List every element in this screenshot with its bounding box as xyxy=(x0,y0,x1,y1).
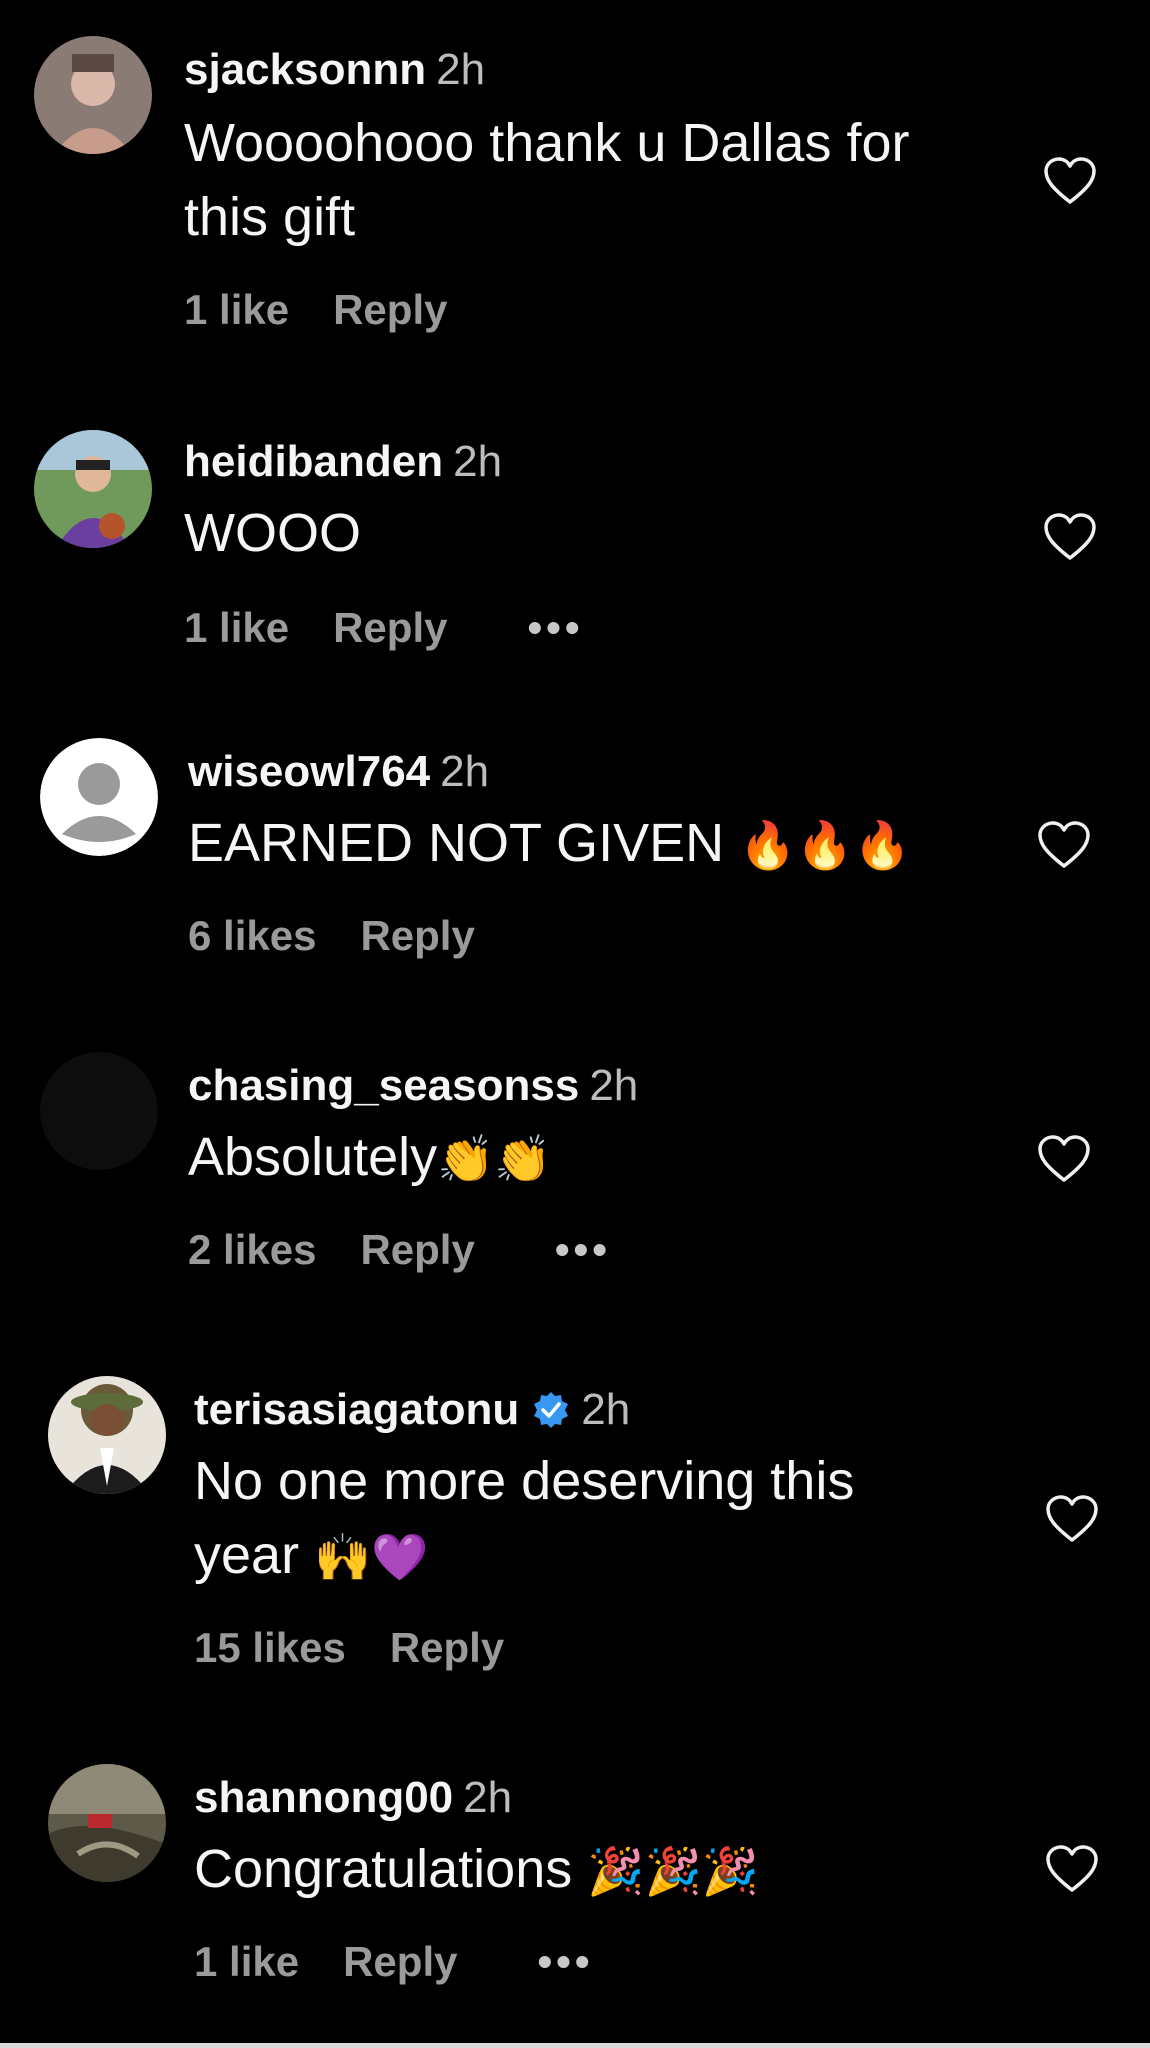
comment-text: Absolutely👏👏 xyxy=(188,1120,1008,1196)
comment-text-line-2: year 🙌💜 xyxy=(194,1518,1014,1594)
comment-text: No one more deserving this year 🙌💜 xyxy=(194,1444,1014,1594)
reply-button[interactable]: Reply xyxy=(360,912,474,959)
username[interactable]: terisasiagatonu xyxy=(194,1385,519,1434)
avatar[interactable] xyxy=(34,36,152,154)
reply-button[interactable]: Reply xyxy=(333,286,447,333)
avatar[interactable] xyxy=(34,430,152,548)
comment-text: WOOO xyxy=(184,503,361,563)
more-options-icon[interactable]: ••• xyxy=(537,1938,593,1985)
comment-text-body: EARNED NOT GIVEN xyxy=(188,813,725,873)
comment-header: chasing_seasonss 2h xyxy=(188,1060,638,1112)
timestamp[interactable]: 2h xyxy=(589,1061,638,1110)
like-heart-icon[interactable] xyxy=(1044,1844,1100,1894)
likes-count[interactable]: 15 likes xyxy=(194,1624,346,1671)
clapping-hands-emoji-icon: 👏👏 xyxy=(437,1132,552,1186)
reply-button[interactable]: Reply xyxy=(360,1226,474,1273)
fire-emoji-icon: 🔥🔥🔥 xyxy=(739,818,911,872)
likes-count[interactable]: 1 like xyxy=(184,286,289,333)
reply-button[interactable]: Reply xyxy=(390,1624,504,1671)
timestamp[interactable]: 2h xyxy=(440,747,489,796)
comment-actions: 15 likes Reply xyxy=(194,1622,504,1674)
comment-text: EARNED NOT GIVEN 🔥🔥🔥 xyxy=(188,806,1008,882)
like-heart-icon[interactable] xyxy=(1036,1134,1092,1184)
username[interactable]: wiseowl764 xyxy=(188,747,430,796)
comment-actions: 1 like Reply ••• xyxy=(184,602,584,654)
comment-text-body: Congratulations xyxy=(194,1839,573,1899)
timestamp[interactable]: 2h xyxy=(463,1773,512,1822)
comment-header: terisasiagatonu 2h xyxy=(194,1384,630,1436)
reply-button[interactable]: Reply xyxy=(333,604,447,651)
comment-text-line: No one more deserving this xyxy=(194,1451,855,1511)
avatar[interactable] xyxy=(48,1764,166,1882)
comment-text-body: Absolutely xyxy=(188,1127,438,1187)
timestamp[interactable]: 2h xyxy=(453,437,502,486)
comment-actions: 6 likes Reply xyxy=(188,910,475,962)
username[interactable]: shannong00 xyxy=(194,1773,453,1822)
comment-actions: 1 like Reply ••• xyxy=(194,1936,594,1988)
comment-text: Woooohooo thank u Dallas for this gift xyxy=(184,106,1004,254)
like-heart-icon[interactable] xyxy=(1042,512,1098,562)
likes-count[interactable]: 2 likes xyxy=(188,1226,316,1273)
timestamp[interactable]: 2h xyxy=(581,1385,630,1434)
comment-actions: 2 likes Reply ••• xyxy=(188,1224,611,1276)
more-options-icon[interactable]: ••• xyxy=(527,604,583,651)
reply-button[interactable]: Reply xyxy=(343,1938,457,1985)
avatar[interactable] xyxy=(48,1376,166,1494)
comment-header: shannong00 2h xyxy=(194,1772,512,1824)
avatar[interactable] xyxy=(40,1052,158,1170)
like-heart-icon[interactable] xyxy=(1044,1494,1100,1544)
comment-text-line: Woooohooo thank u Dallas for xyxy=(184,113,910,173)
likes-count[interactable]: 1 like xyxy=(194,1938,299,1985)
likes-count[interactable]: 1 like xyxy=(184,604,289,651)
verified-badge-icon xyxy=(531,1390,571,1430)
username[interactable]: chasing_seasonss xyxy=(188,1061,579,1110)
comment-text-body: year xyxy=(194,1525,300,1585)
bottom-divider xyxy=(0,2043,1150,2048)
username[interactable]: sjacksonnn xyxy=(184,45,426,94)
comment-header: heidibanden 2h xyxy=(184,436,502,488)
more-options-icon[interactable]: ••• xyxy=(555,1226,611,1273)
like-heart-icon[interactable] xyxy=(1042,156,1098,206)
comment-actions: 1 like Reply xyxy=(184,284,447,336)
likes-count[interactable]: 6 likes xyxy=(188,912,316,959)
timestamp[interactable]: 2h xyxy=(436,45,485,94)
comment-header: sjacksonnn 2h xyxy=(184,44,485,96)
comment-text-line: this gift xyxy=(184,187,356,247)
comment-text: Congratulations 🎉🎉🎉 xyxy=(194,1832,1014,1908)
avatar[interactable] xyxy=(40,738,158,856)
username[interactable]: heidibanden xyxy=(184,437,443,486)
party-popper-emoji-icon: 🎉🎉🎉 xyxy=(587,1844,760,1898)
raised-hands-heart-emoji-icon: 🙌💜 xyxy=(314,1530,429,1584)
like-heart-icon[interactable] xyxy=(1036,820,1092,870)
comment-header: wiseowl764 2h xyxy=(188,746,489,798)
